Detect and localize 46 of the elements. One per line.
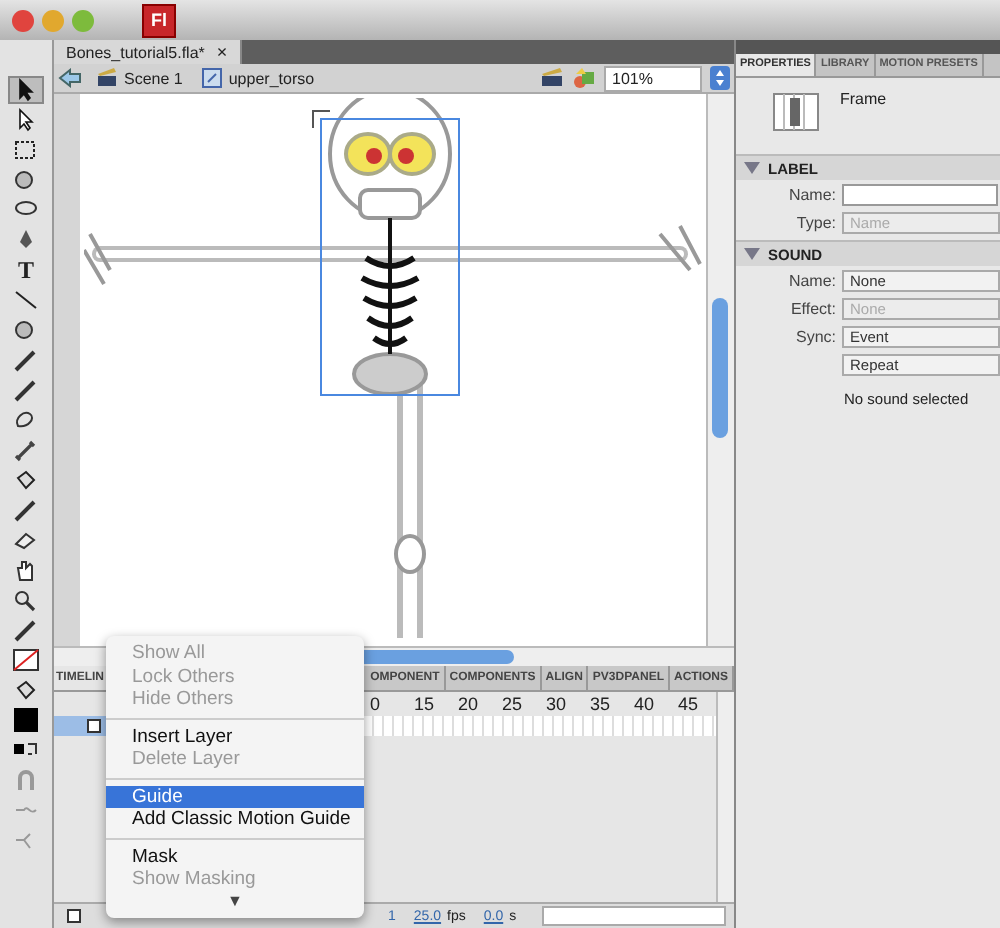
timeline-horizontal-scrollbar[interactable] xyxy=(542,906,726,926)
layer-row[interactable] xyxy=(54,716,110,736)
layer-icon xyxy=(86,718,102,734)
document-title: Bones_tutorial5.fla* xyxy=(66,43,205,61)
frame-number: 0 xyxy=(370,694,383,714)
disclosure-triangle-icon xyxy=(744,248,760,260)
frame-number: 30 xyxy=(546,694,564,714)
text-input[interactable] xyxy=(842,183,998,205)
zoom-stepper-icon[interactable] xyxy=(710,66,730,90)
scroll-down-indicator[interactable]: ▼ xyxy=(227,891,243,909)
field-label: Type: xyxy=(794,213,836,231)
vertical-scrollbar[interactable] xyxy=(706,94,734,646)
frame-number: 40 xyxy=(634,694,652,714)
field-label: Name: xyxy=(786,271,836,289)
symbol-icon xyxy=(202,68,223,88)
timeline-scrollbar[interactable] xyxy=(716,692,734,902)
nostroke-tool-icon[interactable] xyxy=(8,646,44,674)
frame-icon xyxy=(772,90,820,134)
close-window-button[interactable] xyxy=(12,9,34,31)
text-tool[interactable]: T xyxy=(8,256,44,284)
breadcrumb-link[interactable]: Scene 1 xyxy=(90,68,189,88)
frame-number: 25 xyxy=(502,694,520,714)
document-tab[interactable]: Bones_tutorial5.fla* × xyxy=(54,40,242,64)
breadcrumb-link[interactable]: upper_torso xyxy=(196,68,321,88)
frame-number: 35 xyxy=(590,694,608,714)
frame-number: 45 xyxy=(678,694,696,714)
field-label: Effect: xyxy=(788,299,836,317)
frame-number: 20 xyxy=(458,694,476,714)
menu-item[interactable]: Mask xyxy=(106,845,364,868)
menu-item[interactable]: Add Classic Motion Guide xyxy=(106,808,364,831)
edit-scene-icon[interactable] xyxy=(540,68,564,88)
clapperboard-icon xyxy=(96,68,118,88)
arrow-tool-icon[interactable] xyxy=(8,76,44,104)
field-label: Name: xyxy=(786,185,836,203)
frame-number: 15 xyxy=(414,694,432,714)
disclosure-triangle-icon xyxy=(744,162,760,174)
new-layer-icon[interactable] xyxy=(66,908,82,924)
menu-item[interactable]: Insert Layer xyxy=(106,725,364,748)
back-arrow-icon[interactable] xyxy=(58,68,82,88)
field-label: Sync: xyxy=(793,327,836,345)
menu-item[interactable]: Guide xyxy=(106,785,364,808)
close-tab-button[interactable]: × xyxy=(216,42,228,62)
zoom-field[interactable]: 101% xyxy=(604,65,702,91)
object-type-label: Frame xyxy=(840,90,887,108)
selection-bounding-box[interactable] xyxy=(320,118,460,396)
app-icon: Fl xyxy=(142,3,176,37)
